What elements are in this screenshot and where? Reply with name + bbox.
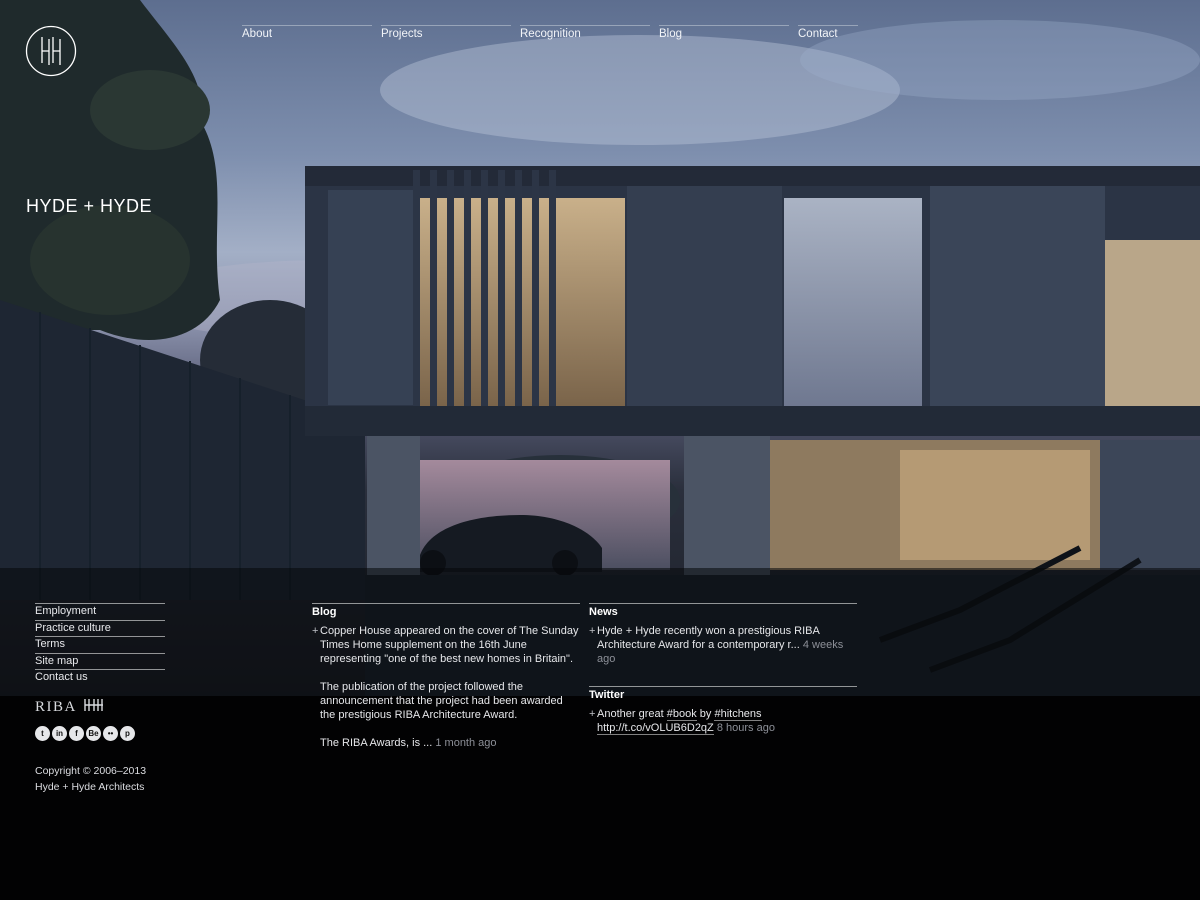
blog-section: Blog + Copper House appeared on the cove… (312, 603, 580, 764)
footer-link-terms[interactable]: Terms (35, 636, 165, 653)
blog-paragraph-1: Copper House appeared on the cover of Th… (320, 625, 579, 665)
tweet-url-link[interactable]: http://t.co/vOLUB6D2qZ (597, 722, 714, 735)
riba-text: RIBA (35, 699, 77, 715)
riba-logo[interactable]: RIBA (35, 697, 105, 718)
brand-wordmark[interactable]: HYDE + HYDE (26, 196, 152, 217)
copyright-line-1: Copyright © 2006–2013 (35, 765, 147, 777)
plus-icon: + (589, 625, 596, 637)
hashtag-book-link[interactable]: #book (666, 708, 697, 721)
plus-icon: + (589, 708, 596, 720)
tweet-text: Another great (597, 708, 664, 720)
nav-contact[interactable]: Contact (798, 25, 858, 40)
nav-about[interactable]: About (242, 25, 372, 40)
plus-icon: + (312, 625, 319, 637)
footer-link-employment[interactable]: Employment (35, 603, 165, 620)
flickr-icon[interactable]: •• (103, 726, 118, 741)
blog-time: 1 month ago (435, 737, 497, 749)
linkedin-icon[interactable]: in (52, 726, 67, 741)
blog-teaser: The RIBA Awards, is ... (320, 737, 433, 749)
blog-paragraph-2: The publication of the project followed … (320, 681, 563, 721)
tweet-by: by (699, 708, 712, 720)
nav-recognition[interactable]: Recognition (520, 25, 650, 40)
news-paragraph: Hyde + Hyde recently won a prestigious R… (597, 624, 857, 666)
main-nav: About Projects Recognition Blog Contact (242, 25, 858, 40)
nav-blog[interactable]: Blog (659, 25, 789, 40)
twitter-section: Twitter + Another great #book by #hitche… (589, 686, 857, 749)
footer-links: Employment Practice culture Terms Site m… (35, 603, 165, 686)
behance-icon[interactable]: Be (86, 726, 101, 741)
riba-lion-icon (83, 697, 105, 718)
tweet-time: 8 hours ago (716, 722, 775, 734)
twitter-heading[interactable]: Twitter (589, 687, 857, 701)
footer-link-practice-culture[interactable]: Practice culture (35, 619, 165, 637)
news-entry[interactable]: + Hyde + Hyde recently won a prestigious… (589, 624, 857, 666)
blog-paragraph-3: The RIBA Awards, is ... 1 month ago (320, 736, 580, 750)
facebook-icon[interactable]: f (69, 726, 84, 741)
nav-projects[interactable]: Projects (381, 25, 511, 40)
copyright-line-2: Hyde + Hyde Architects (35, 780, 145, 793)
tweet-entry: + Another great #book by #hitchens http:… (589, 707, 857, 735)
social-icons: t in f Be •• p (35, 726, 137, 741)
news-section: News + Hyde + Hyde recently won a presti… (589, 603, 857, 680)
footer-link-site-map[interactable]: Site map (35, 652, 165, 670)
blog-heading[interactable]: Blog (312, 604, 580, 618)
news-text: Hyde + Hyde recently won a prestigious R… (597, 625, 820, 651)
footer-link-contact-us[interactable]: Contact us (35, 669, 165, 686)
hh-monogram-icon[interactable] (25, 25, 77, 77)
hashtag-hitchens-link[interactable]: #hitchens (714, 708, 762, 721)
blog-entry[interactable]: + Copper House appeared on the cover of … (312, 624, 580, 750)
tweet-paragraph: Another great #book by #hitchens http://… (597, 707, 857, 735)
pinterest-icon[interactable]: p (120, 726, 135, 741)
twitter-icon[interactable]: t (35, 726, 50, 741)
copyright: Copyright © 2006–2013 Hyde + Hyde Archit… (35, 764, 146, 795)
news-heading[interactable]: News (589, 604, 857, 618)
